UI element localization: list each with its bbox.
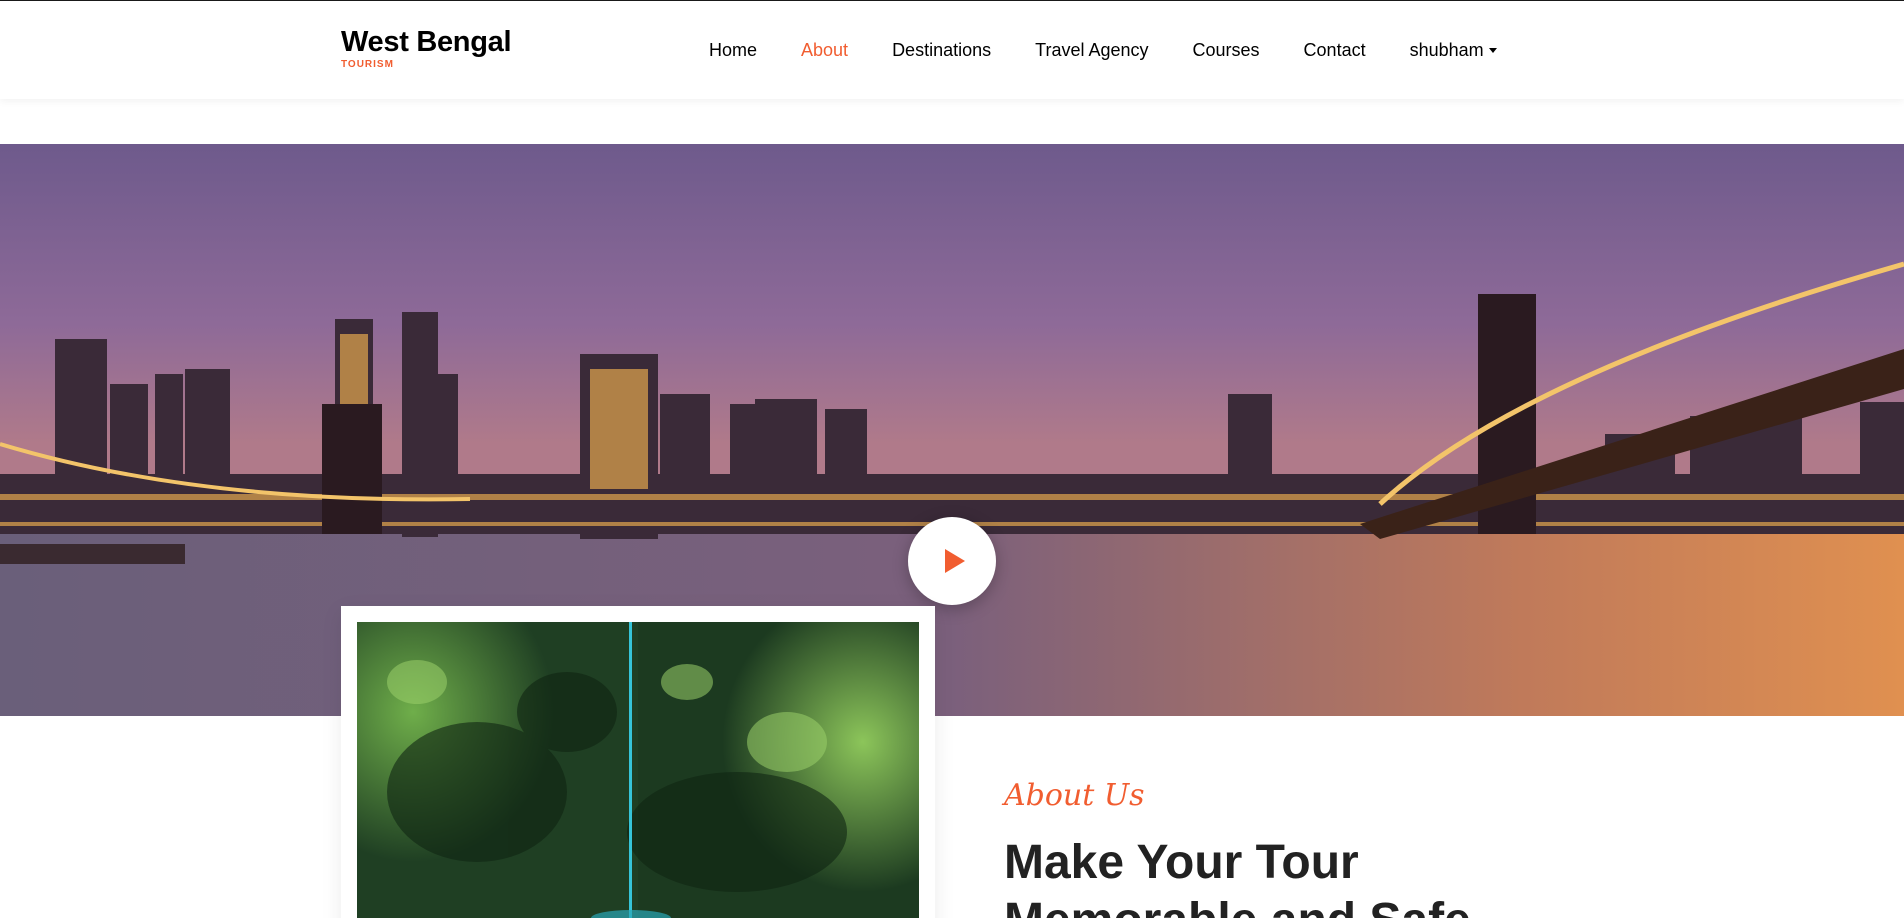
nav-item-travel-agency[interactable]: Travel Agency [1035,39,1148,61]
main-nav: Home About Destinations Travel Agency Co… [709,39,1497,61]
brand-title: West Bengal [341,26,512,58]
about-photo-card [341,606,935,918]
brand-logo[interactable]: West Bengal TOURISM [341,26,512,70]
nav-item-about[interactable]: About [801,39,848,61]
about-section-label: About Us [1004,778,1145,813]
nav-item-destinations[interactable]: Destinations [892,39,991,61]
brand-subtitle: TOURISM [341,59,394,70]
nav-item-contact[interactable]: Contact [1304,39,1366,61]
jungle-waterfall-image [357,622,919,918]
city-bridge-night-image [0,144,1904,716]
about-section-title: Make Your Tour Memorable and Safe [1004,836,1471,918]
user-name: shubham [1409,40,1484,60]
nav-item-home[interactable]: Home [709,39,757,61]
navbar: West Bengal TOURISM Home About Destinati… [0,1,1904,99]
hero-banner [0,144,1904,716]
play-video-button[interactable] [908,517,996,605]
nav-item-courses[interactable]: Courses [1193,39,1260,61]
user-menu-dropdown[interactable]: shubham [1410,39,1497,61]
play-icon [945,549,965,573]
caret-down-icon [1488,47,1497,53]
